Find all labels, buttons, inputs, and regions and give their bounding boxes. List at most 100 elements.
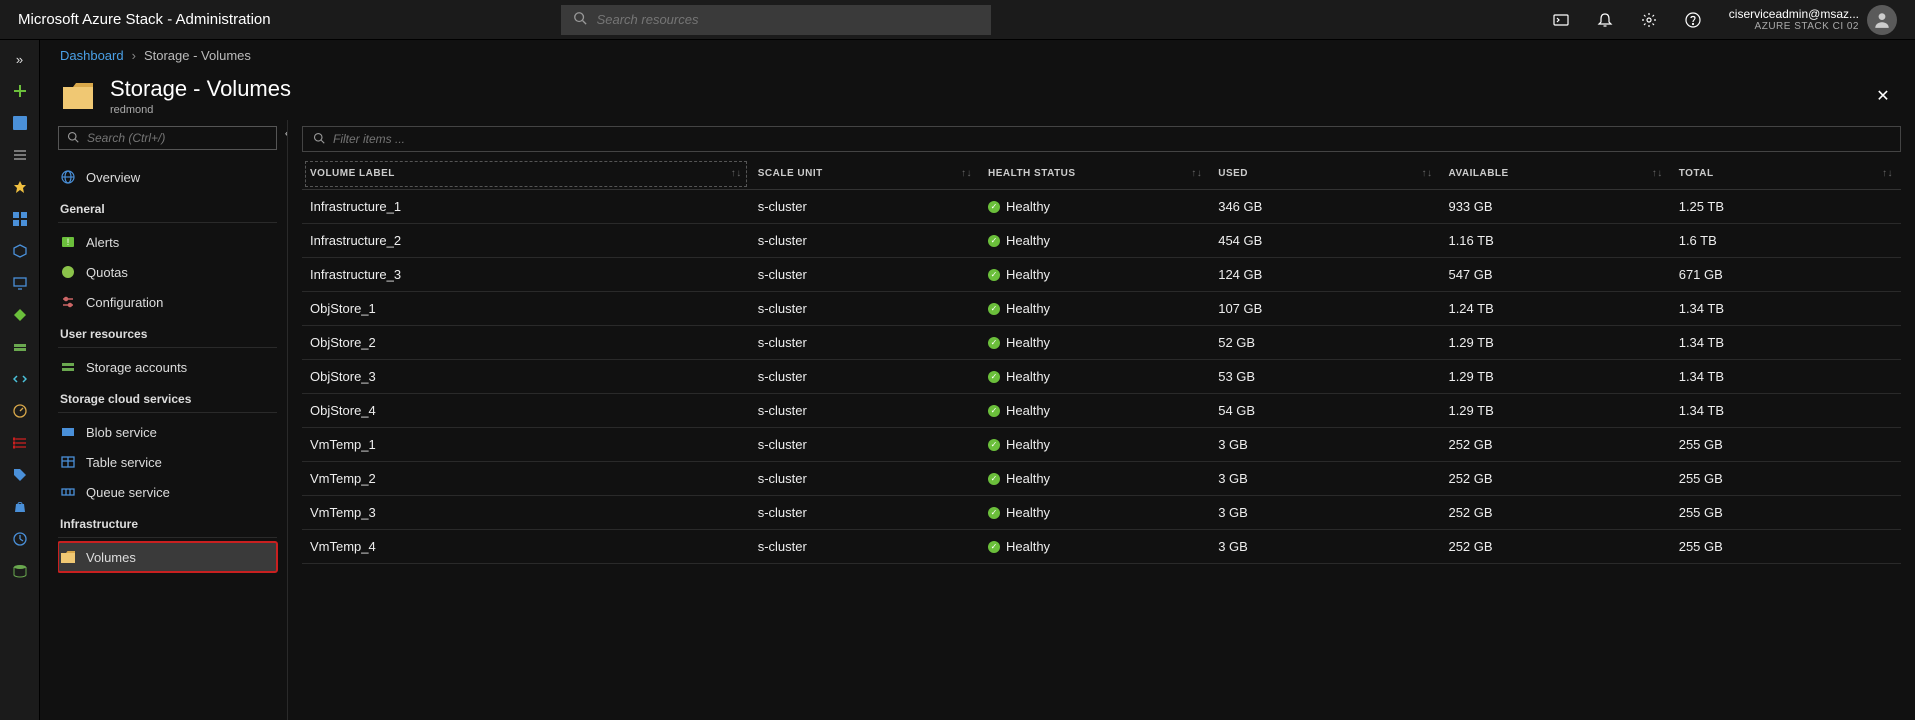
nav-item-storage-accounts[interactable]: Storage accounts — [58, 352, 277, 382]
cell-total: 255 GB — [1671, 530, 1901, 564]
help-icon[interactable] — [1673, 0, 1713, 40]
cell-total: 1.34 TB — [1671, 292, 1901, 326]
nav-item-alerts[interactable]: !Alerts — [58, 227, 277, 257]
rail-dashboard-icon[interactable] — [0, 108, 40, 138]
settings-icon[interactable] — [1629, 0, 1669, 40]
nav-overview[interactable]: Overview — [58, 162, 277, 192]
table-row[interactable]: VmTemp_3s-cluster✓Healthy3 GB252 GB255 G… — [302, 496, 1901, 530]
rail-create-icon[interactable] — [0, 76, 40, 106]
cell-total: 255 GB — [1671, 496, 1901, 530]
cell-label: ObjStore_4 — [302, 394, 750, 428]
col-header-label: TOTAL — [1679, 168, 1714, 179]
sort-icon: ↑↓ — [1882, 168, 1893, 179]
cell-used: 3 GB — [1210, 496, 1440, 530]
rail-network-icon[interactable] — [0, 300, 40, 330]
user-menu[interactable]: ciserviceadmin@msaz... AZURE STACK CI 02 — [1717, 5, 1905, 35]
search-icon — [67, 131, 79, 146]
sort-icon: ↑↓ — [731, 168, 742, 179]
cell-health: ✓Healthy — [980, 530, 1210, 564]
cell-label: Infrastructure_2 — [302, 224, 750, 258]
close-button[interactable]: ✕ — [1871, 84, 1895, 108]
table-row[interactable]: VmTemp_2s-cluster✓Healthy3 GB252 GB255 G… — [302, 462, 1901, 496]
cell-available: 1.29 TB — [1440, 394, 1670, 428]
nav-item-label: Blob service — [86, 425, 157, 440]
col-scale[interactable]: SCALE UNIT↑↓ — [750, 158, 980, 190]
blade-header: Storage - Volumes redmond ✕ — [40, 70, 1915, 120]
nav-search-input[interactable] — [87, 131, 268, 145]
notifications-icon[interactable] — [1585, 0, 1625, 40]
cell-total: 255 GB — [1671, 462, 1901, 496]
cell-health: ✓Healthy — [980, 462, 1210, 496]
rail-db-icon[interactable] — [0, 556, 40, 586]
left-rail: » — [0, 40, 40, 720]
table-row[interactable]: ObjStore_3s-cluster✓Healthy53 GB1.29 TB1… — [302, 360, 1901, 394]
cell-label: Infrastructure_3 — [302, 258, 750, 292]
cell-scale: s-cluster — [750, 530, 980, 564]
filter-box[interactable] — [302, 126, 1901, 152]
global-search[interactable] — [561, 5, 991, 35]
collapse-nav-icon[interactable]: « — [285, 128, 288, 140]
nav-item-volumes[interactable]: Volumes — [58, 542, 277, 572]
cell-scale: s-cluster — [750, 224, 980, 258]
globe-icon — [60, 169, 76, 185]
rail-code-icon[interactable] — [0, 364, 40, 394]
cell-total: 671 GB — [1671, 258, 1901, 292]
breadcrumb: Dashboard › Storage - Volumes — [40, 40, 1915, 70]
cell-available: 1.16 TB — [1440, 224, 1670, 258]
cell-label: ObjStore_1 — [302, 292, 750, 326]
cell-label: VmTemp_1 — [302, 428, 750, 462]
nav-item-label: Configuration — [86, 295, 163, 310]
cell-available: 1.29 TB — [1440, 326, 1670, 360]
rail-favorites-icon[interactable] — [0, 172, 40, 202]
health-ok-icon: ✓ — [988, 405, 1000, 417]
nav-item-queue-service[interactable]: Queue service — [58, 477, 277, 507]
cell-scale: s-cluster — [750, 258, 980, 292]
nav-search[interactable] — [58, 126, 277, 150]
col-total[interactable]: TOTAL ↑↓ — [1671, 158, 1901, 190]
cell-label: Infrastructure_1 — [302, 190, 750, 224]
table-row[interactable]: Infrastructure_3s-cluster✓Healthy124 GB5… — [302, 258, 1901, 292]
table-row[interactable]: Infrastructure_2s-cluster✓Healthy454 GB1… — [302, 224, 1901, 258]
table-row[interactable]: ObjStore_2s-cluster✓Healthy52 GB1.29 TB1… — [302, 326, 1901, 360]
cell-health: ✓Healthy — [980, 326, 1210, 360]
cloud-shell-icon[interactable] — [1541, 0, 1581, 40]
cell-health: ✓Healthy — [980, 360, 1210, 394]
rail-clock-icon[interactable] — [0, 524, 40, 554]
table-row[interactable]: ObjStore_1s-cluster✓Healthy107 GB1.24 TB… — [302, 292, 1901, 326]
cell-used: 124 GB — [1210, 258, 1440, 292]
cell-scale: s-cluster — [750, 496, 980, 530]
nav-item-configuration[interactable]: Configuration — [58, 287, 277, 317]
rail-expand-icon[interactable]: » — [0, 44, 40, 74]
col-health[interactable]: HEALTH STATUS↑↓ — [980, 158, 1210, 190]
rail-box-icon[interactable] — [0, 236, 40, 266]
table-row[interactable]: VmTemp_4s-cluster✓Healthy3 GB252 GB255 G… — [302, 530, 1901, 564]
cell-total: 1.34 TB — [1671, 326, 1901, 360]
page-title: Storage - Volumes — [110, 76, 291, 102]
col-label[interactable]: VOLUME LABEL↑↓ — [302, 158, 750, 190]
col-avail[interactable]: AVAILABLE↑↓ — [1440, 158, 1670, 190]
health-ok-icon: ✓ — [988, 473, 1000, 485]
filter-input[interactable] — [333, 132, 1890, 146]
rail-gauge-icon[interactable] — [0, 396, 40, 426]
rail-list-icon[interactable] — [0, 428, 40, 458]
blob-icon — [60, 424, 76, 440]
config-icon — [60, 294, 76, 310]
cell-used: 52 GB — [1210, 326, 1440, 360]
rail-monitor-icon[interactable] — [0, 268, 40, 298]
nav-item-blob-service[interactable]: Blob service — [58, 417, 277, 447]
table-row[interactable]: VmTemp_1s-cluster✓Healthy3 GB252 GB255 G… — [302, 428, 1901, 462]
rail-all-resources-icon[interactable] — [0, 140, 40, 170]
rail-shopping-icon[interactable] — [0, 492, 40, 522]
rail-storage-icon[interactable] — [0, 332, 40, 362]
breadcrumb-root[interactable]: Dashboard — [60, 48, 124, 63]
nav-item-quotas[interactable]: Quotas — [58, 257, 277, 287]
table-row[interactable]: Infrastructure_1s-cluster✓Healthy346 GB9… — [302, 190, 1901, 224]
global-search-input[interactable] — [597, 12, 979, 27]
rail-tag-icon[interactable] — [0, 460, 40, 490]
rail-resource-groups-icon[interactable] — [0, 204, 40, 234]
nav-item-label: Alerts — [86, 235, 119, 250]
nav-item-table-service[interactable]: Table service — [58, 447, 277, 477]
table-row[interactable]: ObjStore_4s-cluster✓Healthy54 GB1.29 TB1… — [302, 394, 1901, 428]
cell-available: 252 GB — [1440, 462, 1670, 496]
col-used[interactable]: USED↑↓ — [1210, 158, 1440, 190]
